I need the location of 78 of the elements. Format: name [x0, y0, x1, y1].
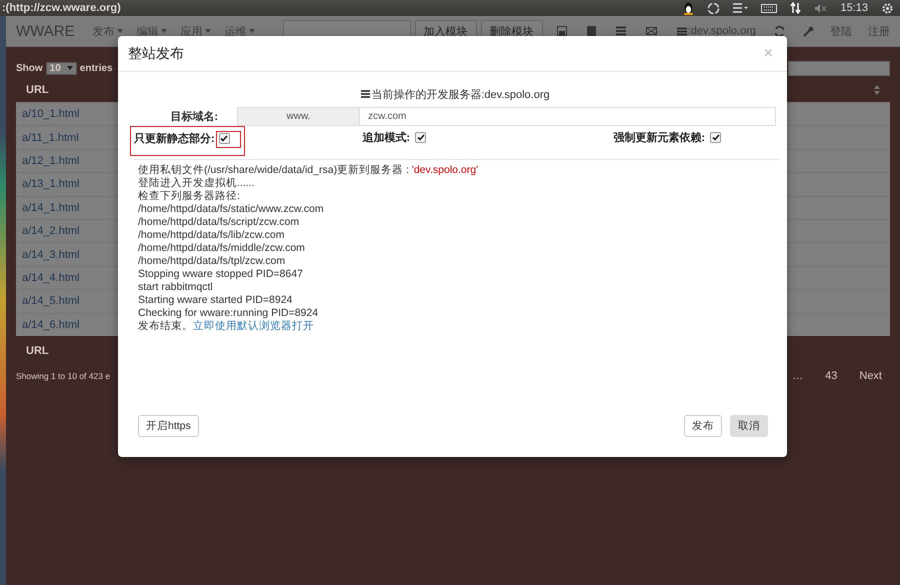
table-link[interactable]: a/12_1.html	[22, 154, 80, 167]
nav-menu[interactable]: 应用	[180, 24, 211, 38]
show-label: Show	[16, 62, 43, 74]
ring-icon[interactable]	[707, 2, 720, 14]
nav-menu[interactable]: 运维	[224, 24, 255, 38]
caret-icon	[204, 29, 211, 33]
table-link[interactable]: a/14_3.html	[22, 248, 80, 261]
table-link[interactable]: a/14_2.html	[22, 225, 80, 238]
entries-label: entries	[80, 62, 113, 74]
table-link[interactable]: a/14_6.html	[22, 318, 80, 331]
list-icon[interactable]	[616, 26, 626, 36]
log-line: 发布结束。	[138, 320, 193, 332]
domain-label: 目标域名:	[169, 110, 218, 124]
pagination-link[interactable]: Next	[859, 370, 882, 382]
brand-name[interactable]: WWARE	[16, 22, 75, 40]
nav-menu[interactable]: 发布	[92, 24, 123, 38]
log-line: Starting wware started PID=8924	[138, 294, 294, 307]
table-link[interactable]: a/10_1.html	[22, 108, 80, 120]
power-gear-icon[interactable]	[881, 2, 894, 14]
wrench-icon[interactable]	[803, 26, 814, 36]
log-line: /home/httpd/data/fs/middle/zcw.com	[138, 242, 306, 255]
dialog-button[interactable]: 取消	[730, 415, 768, 437]
log-line: 使用私钥文件(/usr/share/wide/data/id_rsa)更新到服务器 : 'dev.spolo.org'	[138, 164, 480, 177]
log-line: 登陆进入开发虚拟机......	[138, 177, 256, 190]
table-info: Showing 1 to 10 of 423 e	[16, 370, 110, 381]
checkbox[interactable]	[710, 132, 721, 143]
refresh-icon[interactable]	[774, 26, 785, 36]
log-line: /home/httpd/data/fs/script/zcw.com	[138, 216, 300, 229]
caret-icon	[160, 29, 167, 33]
column-header[interactable]: URL	[26, 84, 49, 96]
floppy-icon[interactable]	[556, 26, 567, 36]
table-link[interactable]: a/14_5.html	[22, 295, 80, 308]
filter-field[interactable]	[788, 60, 890, 76]
network-arrows-icon[interactable]	[790, 2, 802, 14]
checkbox[interactable]	[218, 133, 230, 144]
server-icon	[676, 26, 687, 36]
log-line: /home/httpd/data/fs/lib/zcw.com	[138, 229, 286, 242]
window-title: :(http://zcw.wware.org)	[1, 2, 121, 14]
nav-link[interactable]: 登陆	[830, 24, 852, 38]
caret-icon	[66, 66, 73, 70]
option-label: 追加模式:	[362, 130, 410, 145]
checkbox[interactable]	[415, 132, 426, 143]
clock[interactable]: 15:13	[840, 2, 868, 14]
close-button[interactable]: ×	[760, 44, 777, 62]
nav-link[interactable]: 注册	[868, 24, 890, 38]
table-link[interactable]: a/13_1.html	[22, 178, 80, 190]
penguin-icon[interactable]	[683, 2, 694, 14]
table-link[interactable]: a/14_1.html	[22, 202, 80, 214]
dialog-button[interactable]: 开启https	[138, 415, 199, 437]
log-line: Checking for wware:running PID=8924	[138, 307, 320, 320]
caret-icon	[116, 29, 123, 33]
domain-field[interactable]: www. zcw.com	[237, 106, 776, 126]
nav-menu[interactable]: 编辑	[136, 24, 167, 38]
table-link[interactable]: a/11_1.html	[22, 132, 79, 144]
caret-icon	[248, 29, 255, 33]
dialog-title: 整站发布	[128, 44, 184, 62]
pagination-link[interactable]: …	[792, 370, 804, 382]
muted-speaker-icon[interactable]	[815, 4, 828, 12]
server-icon	[361, 90, 370, 98]
log-line: /home/httpd/data/fs/tpl/zcw.com	[138, 255, 286, 268]
pagination-link[interactable]: 43	[825, 370, 838, 382]
menu-icon[interactable]	[733, 2, 748, 14]
table-link[interactable]: a/14_4.html	[22, 272, 80, 284]
column-footer: URL	[26, 344, 49, 357]
sort-icon[interactable]	[874, 85, 880, 95]
server-line: 当前操作的开发服务器:dev.spolo.org	[371, 88, 550, 102]
option-label: 只更新静态部分:	[134, 132, 215, 146]
log-line: Stopping wware stopped PID=8647	[138, 268, 304, 281]
open-in-browser-link[interactable]: 立即使用默认浏览器打开	[193, 320, 314, 332]
keyboard-icon[interactable]	[761, 4, 778, 12]
dialog-button[interactable]: 发布	[684, 415, 722, 437]
option-label: 强制更新元素依赖:	[613, 130, 705, 145]
log-line: /home/httpd/data/fs/static/www.zcw.com	[138, 203, 325, 216]
server-name: :dev.spolo.org	[688, 25, 756, 37]
log-line: 检查下列服务器路径:	[138, 190, 241, 203]
envelope-icon[interactable]	[646, 27, 657, 35]
log-line: start rabbitmqctl	[138, 281, 214, 294]
page-size-select[interactable]: 10	[46, 62, 77, 74]
